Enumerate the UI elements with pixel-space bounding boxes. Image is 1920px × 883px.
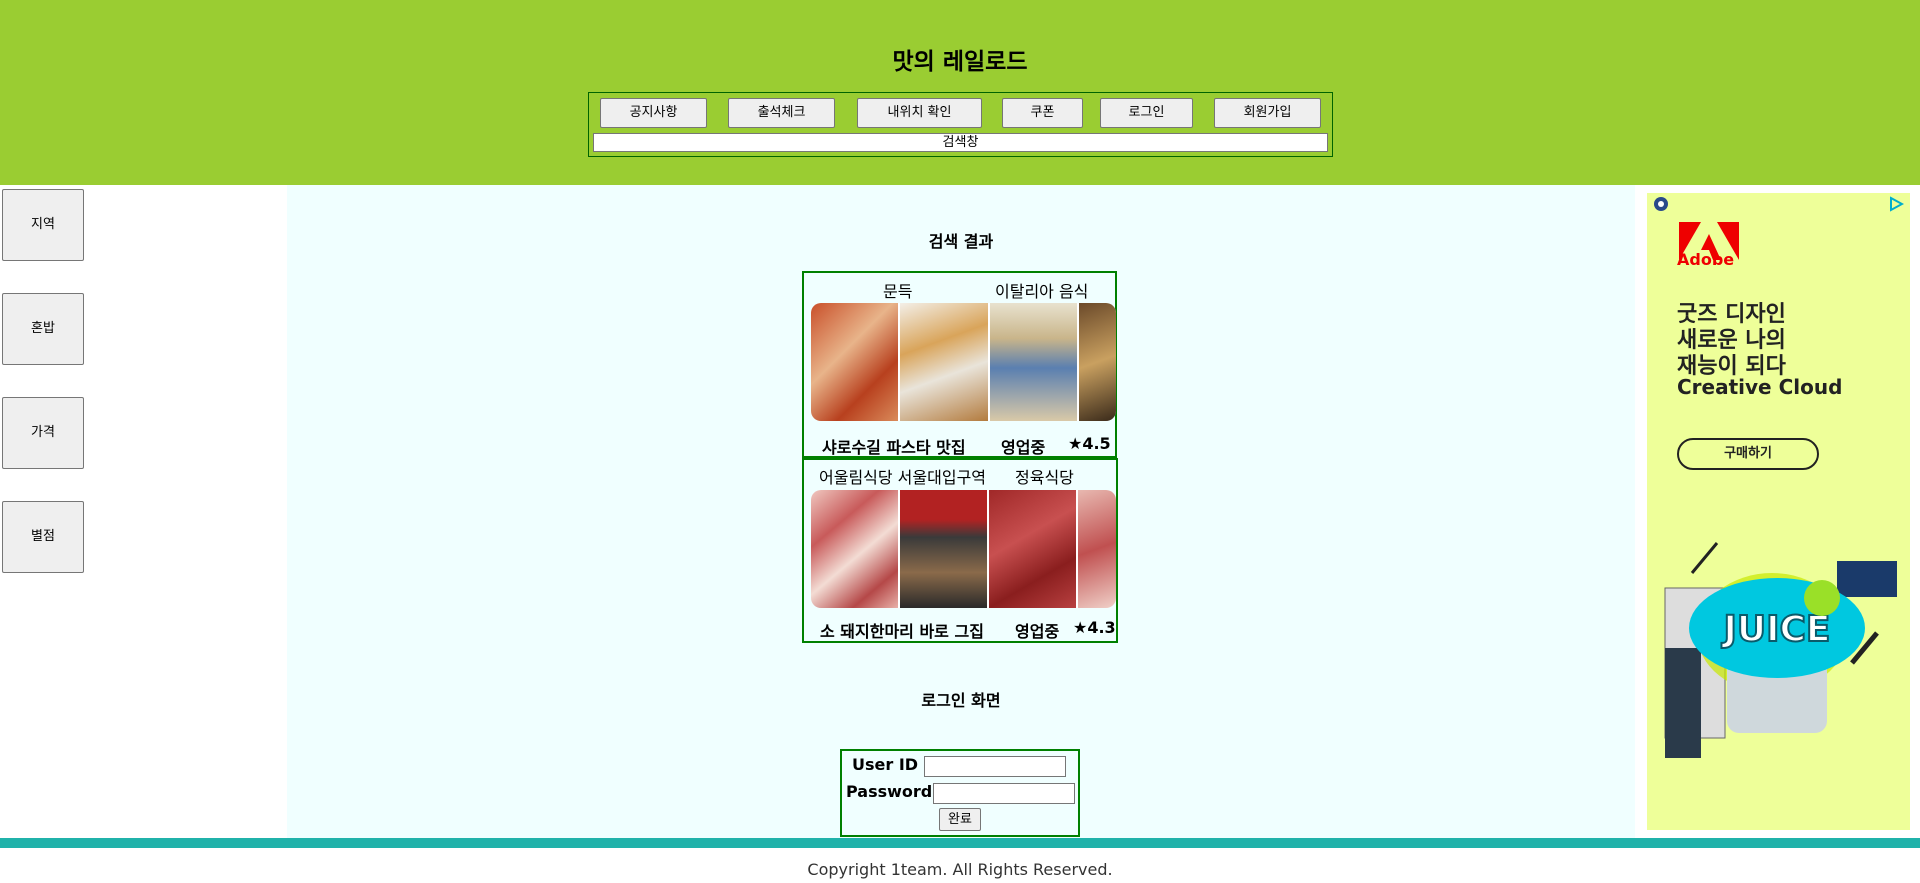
meat-photo — [811, 490, 898, 608]
search-input[interactable]: 검색창 — [593, 133, 1328, 152]
sidebar-rating-button[interactable]: 별점 — [2, 501, 84, 573]
result-name-top: 어울림식당 서울대입구역 — [819, 468, 987, 487]
nav-notice-button[interactable]: 공지사항 — [600, 98, 707, 128]
result-card[interactable]: 어울림식당 서울대입구역 정육식당 소 돼지한마리 바로 그집 영업중 ★4.3 — [802, 458, 1118, 643]
interior-photo — [990, 303, 1077, 421]
password-label: Password : — [846, 782, 945, 801]
site-title: 맛의 레일로드 — [892, 49, 1028, 75]
nav-signup-button[interactable]: 회원가입 — [1214, 98, 1321, 128]
ad-product: Creative Cloud — [1677, 375, 1843, 399]
privacy-icon[interactable] — [1653, 196, 1669, 212]
nav-location-button[interactable]: 내위치 확인 — [857, 98, 982, 128]
user-id-input[interactable] — [924, 756, 1066, 777]
ad-cta-button[interactable]: 구매하기 — [1677, 438, 1819, 470]
site-header: 맛의 레일로드 공지사항 출석체크 내위치 확인 쿠폰 로그인 회원가입 검색창 — [0, 0, 1920, 185]
nav-coupon-button[interactable]: 쿠폰 — [1002, 98, 1083, 128]
ad-banner[interactable]: Adobe 굿즈 디자인 새로운 나의 재능이 되다 Creative Clou… — [1647, 193, 1910, 830]
login-title: 로그인 화면 — [921, 691, 1001, 710]
footer-copyright: Copyright 1team. All Rights Reserved. — [807, 860, 1113, 879]
ad-juice-illustration: JUICE — [1664, 542, 1897, 758]
nav-bar: 공지사항 출석체크 내위치 확인 쿠폰 로그인 회원가입 검색창 — [588, 92, 1333, 157]
result-title[interactable]: 소 돼지한마리 바로 그집 — [820, 618, 984, 642]
result-title[interactable]: 샤로수길 파스타 맛집 — [822, 434, 966, 458]
result-photos[interactable] — [811, 490, 1116, 608]
user-id-label: User ID : — [852, 755, 931, 774]
result-rating: ★4.3 — [1073, 618, 1116, 637]
result-status: 영업중 — [1001, 438, 1046, 457]
result-photos[interactable] — [811, 303, 1116, 421]
footer-divider — [0, 838, 1920, 848]
nav-login-button[interactable]: 로그인 — [1100, 98, 1193, 128]
meat-photo — [1078, 490, 1116, 608]
login-form: User ID : Password : 완료 — [840, 749, 1080, 837]
meat-photo — [989, 490, 1076, 608]
result-status: 영업중 — [1015, 622, 1060, 641]
sidebar-region-button[interactable]: 지역 — [2, 189, 84, 261]
adchoices-icon[interactable] — [1888, 196, 1904, 212]
ad-brand: Adobe — [1677, 250, 1735, 269]
results-title: 검색 결과 — [928, 232, 994, 251]
nav-attendance-button[interactable]: 출석체크 — [728, 98, 835, 128]
result-card[interactable]: 문득 이탈리아 음식 샤로수길 파스타 맛집 영업중 ★4.5 — [802, 271, 1117, 458]
result-category: 정육식당 — [1015, 468, 1074, 487]
login-submit-button[interactable]: 완료 — [939, 808, 981, 831]
storefront-photo — [900, 490, 987, 608]
sidebar-price-button[interactable]: 가격 — [2, 397, 84, 469]
main-content: 검색 결과 문득 이탈리아 음식 샤로수길 파스타 맛집 영업중 ★4.5 어울… — [287, 185, 1635, 838]
ad-graphic-text: JUICE — [1720, 609, 1830, 650]
password-input[interactable] — [933, 783, 1075, 804]
sidebar-solo-button[interactable]: 혼밥 — [2, 293, 84, 365]
result-rating: ★4.5 — [1068, 434, 1111, 453]
food-photo — [811, 303, 898, 421]
food-photo — [900, 303, 988, 421]
result-category: 이탈리아 음식 — [995, 282, 1089, 301]
result-name-top: 문득 — [883, 282, 913, 301]
food-photo — [1079, 303, 1116, 421]
